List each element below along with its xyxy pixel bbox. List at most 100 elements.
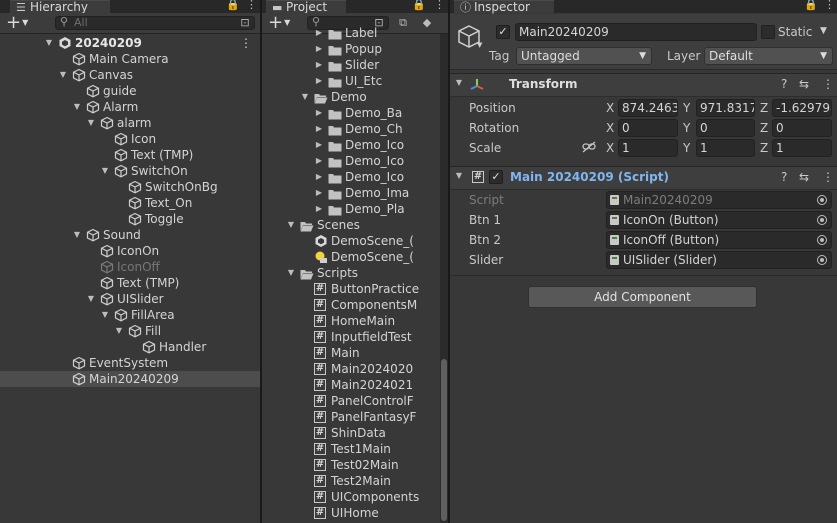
project-item-demo-ima[interactable]: ▶ Demo_Ima (262, 185, 440, 201)
project-item-demo-ba[interactable]: ▶ Demo_Ba (262, 105, 440, 121)
lock-icon[interactable]: 🔒 (226, 0, 240, 11)
icon-dropdown-caret-icon[interactable]: ▼ (477, 41, 482, 49)
position-x-axis-label[interactable]: X (606, 101, 614, 115)
expand-arrow-down-icon[interactable]: ▼ (114, 323, 124, 339)
scene-menu-icon[interactable]: ⋮ (240, 35, 252, 51)
transform-menu-icon[interactable]: ⋮ (822, 77, 834, 91)
expand-arrow-right-icon[interactable]: ▶ (314, 57, 324, 73)
project-item-demo-ico[interactable]: ▶ Demo_Ico (262, 169, 440, 185)
active-checkbox[interactable]: ✓ (496, 25, 510, 39)
position-y-axis-label[interactable]: Y (683, 101, 690, 115)
project-scrollbar-thumb[interactable] (441, 359, 447, 521)
scale-y-axis-label[interactable]: Y (683, 141, 690, 155)
project-item-main[interactable]: # Main (262, 345, 440, 361)
hierarchy-item-switchonbg[interactable]: SwitchOnBg (0, 179, 260, 195)
project-item-scenes[interactable]: ▼ Scenes (262, 217, 440, 233)
project-item-uihome[interactable]: # UIHome (262, 505, 440, 521)
btn1-reference-field[interactable]: IconOn (Button) (606, 211, 832, 229)
btn1-picker-icon[interactable] (817, 215, 827, 225)
expand-arrow-down-icon[interactable]: ▼ (44, 35, 54, 51)
project-item-uicomponents[interactable]: # UIComponents (262, 489, 440, 505)
project-item-ui-etc[interactable]: ▶ UI_Etc (262, 73, 440, 89)
position-z-axis-label[interactable]: Z (760, 101, 768, 115)
expand-arrow-right-icon[interactable]: ▶ (314, 201, 324, 217)
project-item-demo[interactable]: ▼ Demo (262, 89, 440, 105)
project-item-demo-pla[interactable]: ▶ Demo_Pla (262, 201, 440, 217)
hierarchy-item-text-tmp[interactable]: Text (TMP) (0, 147, 260, 163)
transform-header[interactable]: ▼ Transform ? ⇆ ⋮ (450, 73, 837, 97)
script-presets-icon[interactable]: ⇆ (799, 170, 809, 184)
project-item-popup[interactable]: ▶ Popup (262, 41, 440, 57)
hierarchy-item-fillarea[interactable]: ▼ FillArea (0, 307, 260, 323)
project-item-homemain[interactable]: # HomeMain (262, 313, 440, 329)
object-name-field[interactable]: Main20240209 (515, 23, 757, 41)
rotation-z-field[interactable]: 0 (772, 119, 832, 137)
project-item-slider[interactable]: ▶ Slider (262, 57, 440, 73)
hierarchy-item-eventsystem[interactable]: EventSystem (0, 355, 260, 371)
hierarchy-search-input[interactable]: ⚲ All ⊡ (55, 15, 255, 30)
expand-arrow-down-icon[interactable]: ▼ (286, 217, 296, 233)
inspector-kebab-menu-icon[interactable]: ⋮ (824, 0, 835, 11)
rotation-x-axis-label[interactable]: X (606, 121, 614, 135)
hierarchy-item-canvas[interactable]: ▼ Canvas (0, 67, 260, 83)
scale-x-axis-label[interactable]: X (606, 141, 614, 155)
project-item-shindata[interactable]: # ShinData (262, 425, 440, 441)
hierarchy-item-iconon[interactable]: IconOn (0, 243, 260, 259)
project-item-panelcontrolf[interactable]: # PanelControlF (262, 393, 440, 409)
hierarchy-item-alarm[interactable]: ▼ alarm (0, 115, 260, 131)
script-foldout-icon[interactable]: ▼ (454, 171, 464, 180)
constrain-proportions-link-icon[interactable] (582, 141, 596, 153)
hierarchy-item-iconoff[interactable]: IconOff (0, 259, 260, 275)
expand-arrow-right-icon[interactable]: ▶ (314, 41, 324, 57)
slider-reference-field[interactable]: UISlider (Slider) (606, 251, 832, 269)
script-enabled-checkbox[interactable]: ✓ (489, 170, 503, 184)
project-item-test02main[interactable]: # Test02Main (262, 457, 440, 473)
hierarchy-item-guide[interactable]: guide (0, 83, 260, 99)
slider-picker-icon[interactable] (817, 255, 827, 265)
project-item-demoscene[interactable]: DemoScene_( (262, 249, 440, 265)
hierarchy-item-main20240209[interactable]: Main20240209 (0, 371, 260, 387)
expand-arrow-down-icon[interactable]: ▼ (58, 67, 68, 83)
project-item-componentsm[interactable]: # ComponentsM (262, 297, 440, 313)
scale-x-field[interactable]: 1 (618, 139, 678, 157)
project-item-demo-ico[interactable]: ▶ Demo_Ico (262, 153, 440, 169)
expand-arrow-right-icon[interactable]: ▶ (314, 137, 324, 153)
project-kebab-menu-icon[interactable]: ⋮ (434, 0, 445, 11)
hierarchy-item-text-on[interactable]: Text_On (0, 195, 260, 211)
scale-y-field[interactable]: 1 (696, 139, 755, 157)
hierarchy-item-handler[interactable]: Handler (0, 339, 260, 355)
rotation-x-field[interactable]: 0 (618, 119, 678, 137)
scale-z-axis-label[interactable]: Z (760, 141, 768, 155)
project-item-inputfieldtest[interactable]: # InputfieldTest (262, 329, 440, 345)
rotation-y-axis-label[interactable]: Y (683, 121, 690, 135)
add-component-button[interactable]: Add Component (528, 286, 757, 308)
position-x-field[interactable]: 874.2463 (618, 99, 678, 117)
hierarchy-item-switchon[interactable]: ▼ SwitchOn (0, 163, 260, 179)
expand-arrow-down-icon[interactable]: ▼ (100, 163, 110, 179)
btn2-reference-field[interactable]: IconOff (Button) (606, 231, 832, 249)
position-y-field[interactable]: 971.8317 (696, 99, 755, 117)
project-item-buttonpractice[interactable]: # ButtonPractice (262, 281, 440, 297)
project-item-panelfantasyf[interactable]: # PanelFantasyF (262, 409, 440, 425)
script-help-icon[interactable]: ? (781, 170, 787, 184)
project-item-label[interactable]: ▶ Label (262, 25, 440, 41)
transform-presets-icon[interactable]: ⇆ (799, 77, 809, 91)
expand-arrow-down-icon[interactable]: ▼ (72, 227, 82, 243)
static-checkbox[interactable] (761, 25, 775, 39)
hierarchy-item-main-camera[interactable]: Main Camera (0, 51, 260, 67)
create-button[interactable]: +▼ (6, 13, 28, 33)
expand-arrow-down-icon[interactable]: ▼ (300, 89, 310, 105)
expand-arrow-right-icon[interactable]: ▶ (314, 25, 324, 41)
hierarchy-item-sound[interactable]: ▼ Sound (0, 227, 260, 243)
project-item-scripts[interactable]: ▼ Scripts (262, 265, 440, 281)
project-item-demoscene[interactable]: DemoScene_( (262, 233, 440, 249)
hierarchy-item-toggle[interactable]: Toggle (0, 211, 260, 227)
kebab-menu-icon[interactable]: ⋮ (246, 0, 257, 11)
rotation-z-axis-label[interactable]: Z (760, 121, 768, 135)
expand-arrow-right-icon[interactable]: ▶ (314, 185, 324, 201)
position-z-field[interactable]: -1.629798 (772, 99, 832, 117)
hierarchy-item-alarm[interactable]: ▼ Alarm (0, 99, 260, 115)
expand-arrow-right-icon[interactable]: ▶ (314, 169, 324, 185)
expand-arrow-down-icon[interactable]: ▼ (86, 291, 96, 307)
hierarchy-item-uislider[interactable]: ▼ UISlider (0, 291, 260, 307)
